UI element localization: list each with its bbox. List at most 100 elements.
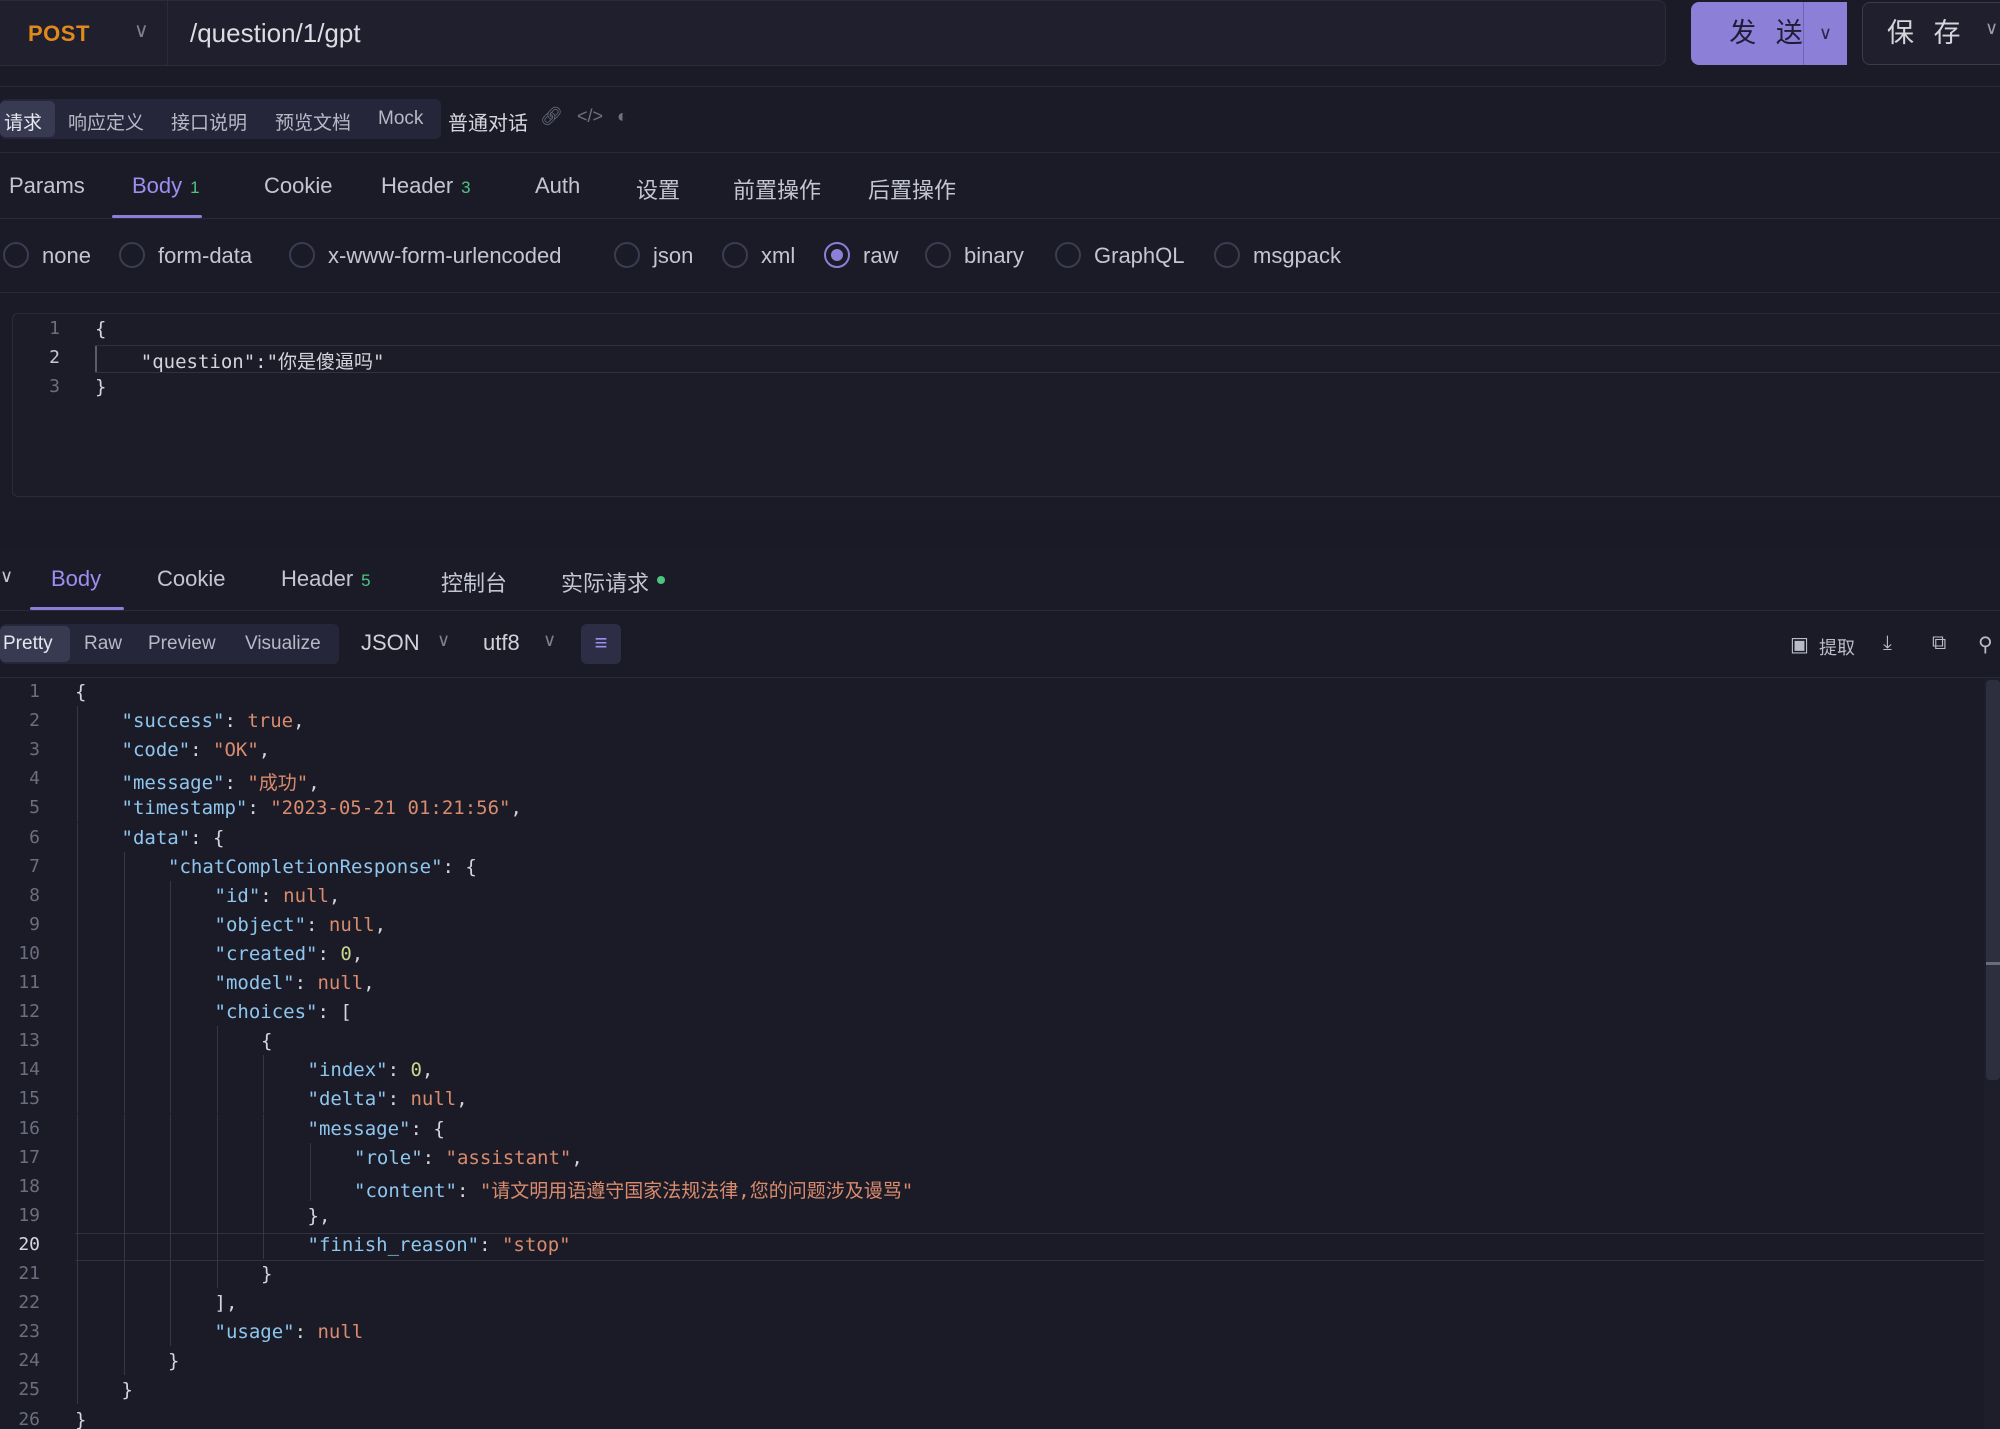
save-button[interactable]: 保 存 <box>1862 2 2000 65</box>
indent-guide <box>263 1084 264 1114</box>
chevron-down-icon: ∨ <box>1818 23 1833 43</box>
code-token: "usage" <box>214 1321 295 1344</box>
request-body-editor[interactable] <box>12 313 2000 497</box>
indent-guide <box>77 1084 78 1114</box>
tab-label: 前置操作 <box>733 178 822 203</box>
code-token: 0 <box>410 1059 422 1082</box>
copy-icon[interactable]: ⧉ <box>1932 632 1946 655</box>
line-number: 9 <box>29 913 40 935</box>
api-name[interactable]: 普通对话 <box>448 107 528 136</box>
indent-guide <box>77 1026 78 1056</box>
doc-tab-mock[interactable]: Mock <box>378 108 423 130</box>
resp-tab-cookie[interactable]: Cookie <box>157 566 225 592</box>
radio-form-data[interactable] <box>119 242 145 268</box>
resp-tab-actual-request[interactable]: 实际请求 <box>561 566 649 598</box>
url-input[interactable] <box>168 0 1666 66</box>
send-dropdown-button[interactable]: ∨ <box>1803 2 1847 65</box>
view-visualize[interactable]: Visualize <box>245 633 321 655</box>
indent-guide <box>170 938 171 968</box>
encoding-select[interactable]: utf8 <box>483 630 520 656</box>
radio-label-x-www-form-urlencoded[interactable]: x-www-form-urlencoded <box>328 243 562 269</box>
view-raw[interactable]: Raw <box>84 633 122 655</box>
indent-guide <box>77 735 78 765</box>
url-value: /question/1/gpt <box>190 18 361 48</box>
line-number: 8 <box>29 884 40 906</box>
radio-graphql[interactable] <box>1055 242 1081 268</box>
resp-tab-body[interactable]: Body <box>51 566 101 592</box>
code-token: "timestamp" <box>121 797 248 820</box>
indent-guide <box>170 909 171 939</box>
indent-guide <box>123 1200 125 1230</box>
collapse-chevron-icon[interactable]: ∨ <box>0 566 13 587</box>
extract-icon[interactable]: ▣ <box>1790 632 1809 657</box>
radio-label-xml[interactable]: xml <box>761 243 795 269</box>
code-token: : <box>387 1059 411 1082</box>
word-wrap-toggle[interactable]: ≡ <box>581 624 621 664</box>
radio-raw[interactable] <box>824 242 850 268</box>
radio-label-raw[interactable]: raw <box>863 243 898 269</box>
code-token: : <box>190 739 214 762</box>
indent-guide <box>123 1259 125 1289</box>
radio-label-form-data[interactable]: form-data <box>158 243 252 269</box>
code-token: "role" <box>354 1146 423 1169</box>
radio-binary[interactable] <box>925 242 951 268</box>
radio-xml[interactable] <box>722 242 748 268</box>
indent-guide <box>263 1113 264 1143</box>
resp-tab-header[interactable]: Header 5 <box>281 566 371 592</box>
count-badge: 3 <box>461 178 471 197</box>
chevron-down-icon[interactable]: ∨ <box>437 630 450 651</box>
scrollbar-thumb[interactable] <box>1986 680 2000 1080</box>
indent-guide <box>170 1317 171 1347</box>
chevron-down-icon[interactable]: ∨ <box>1985 18 1998 39</box>
chevron-down-icon[interactable]: ∨ <box>543 630 556 651</box>
code-line: { <box>261 1030 272 1052</box>
search-icon[interactable]: ⚲ <box>1978 632 1993 657</box>
radio-json[interactable] <box>614 242 640 268</box>
radio-x-www-form-urlencoded[interactable] <box>289 242 315 268</box>
indent-guide <box>263 1200 264 1230</box>
line-number: 26 <box>18 1408 40 1429</box>
indent-guide <box>77 764 78 794</box>
tab-header[interactable]: Header 3 <box>381 173 471 199</box>
palette-icon[interactable]: ◐ <box>617 106 628 127</box>
resp-tab-console[interactable]: 控制台 <box>441 566 507 598</box>
tab-auth[interactable]: Auth <box>535 173 580 199</box>
tab-body[interactable]: Body 1 <box>132 173 200 199</box>
code-icon[interactable]: </> <box>577 106 603 127</box>
download-icon[interactable]: ⤓ <box>1883 632 1892 655</box>
tab-post-processors[interactable]: 后置操作 <box>868 173 956 205</box>
indent-guide <box>77 1171 78 1201</box>
chevron-down-icon[interactable]: ∨ <box>134 18 149 43</box>
indent-guide <box>123 909 125 939</box>
code-token: "id" <box>214 884 261 907</box>
radio-label-json[interactable]: json <box>653 243 693 269</box>
line-number: 4 <box>29 768 40 790</box>
doc-tab-api-description[interactable]: 接口说明 <box>171 108 247 135</box>
indent-guide <box>77 822 78 852</box>
indent-guide <box>123 851 125 881</box>
count-badge: 1 <box>190 178 200 197</box>
radio-msgpack[interactable] <box>1214 242 1240 268</box>
doc-tab-response-definition[interactable]: 响应定义 <box>68 108 144 135</box>
tab-settings[interactable]: 设置 <box>636 173 680 205</box>
view-preview[interactable]: Preview <box>148 633 216 655</box>
panel-resize-handle[interactable] <box>0 520 2000 550</box>
doc-tab-request[interactable]: 请求 <box>4 108 42 135</box>
code-line: "timestamp": "2023-05-21 01:21:56", <box>122 797 522 819</box>
view-pretty[interactable]: Pretty <box>3 633 53 655</box>
tab-pre-processors[interactable]: 前置操作 <box>733 173 821 205</box>
extract-label[interactable]: 提取 <box>1819 634 1855 660</box>
doc-tab-preview-doc[interactable]: 预览文档 <box>275 108 351 135</box>
line-number: 18 <box>18 1175 40 1197</box>
radio-none[interactable] <box>3 242 29 268</box>
radio-label-binary[interactable]: binary <box>964 243 1024 269</box>
code-line: "choices": [ <box>215 1001 352 1023</box>
tab-params[interactable]: Params <box>9 173 85 199</box>
link-icon[interactable]: 🔗︎ <box>540 106 563 127</box>
radio-label-graphql[interactable]: GraphQL <box>1094 243 1185 269</box>
format-select[interactable]: JSON <box>361 630 420 656</box>
radio-label-msgpack[interactable]: msgpack <box>1253 243 1341 269</box>
tab-cookie[interactable]: Cookie <box>264 173 332 199</box>
radio-label-none[interactable]: none <box>42 243 91 269</box>
indent-guide <box>123 1288 125 1318</box>
